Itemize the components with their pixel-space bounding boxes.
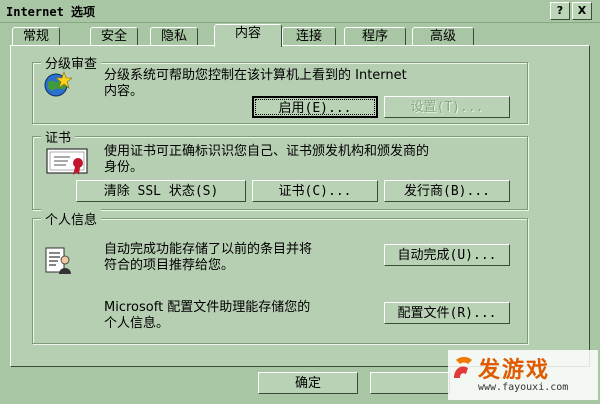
close-button[interactable]: X xyxy=(572,2,592,20)
rating-desc-line1: 分级系统可帮助您控制在该计算机上看到的 Internet xyxy=(104,68,407,83)
autocomplete-button[interactable]: 自动完成(U)... xyxy=(384,244,510,266)
window-title: Internet 选项 xyxy=(6,5,96,19)
certificate-icon xyxy=(46,146,90,176)
enable-rating-button[interactable]: 启用(E)... xyxy=(252,96,378,118)
cancel-button[interactable] xyxy=(370,372,450,394)
watermark-url: www.fayouxi.com xyxy=(478,382,569,393)
watermark-logo-text: 发游戏 xyxy=(478,358,551,383)
tab-programs[interactable]: 程序 xyxy=(344,27,406,46)
cert-desc-line1: 使用证书可正确标识识您自己、证书颁发机构和颁发商的 xyxy=(104,144,430,159)
autocomplete-desc-line2: 符合的项目推荐给您。 xyxy=(104,258,235,273)
tab-privacy[interactable]: 隐私 xyxy=(150,27,198,46)
tab-connections[interactable]: 连接 xyxy=(282,27,336,46)
cert-title: 证书 xyxy=(41,127,76,146)
tab-content[interactable]: 内容 xyxy=(214,24,282,47)
help-button[interactable]: ? xyxy=(550,2,570,20)
cert-desc-line2: 身份。 xyxy=(104,160,144,175)
site-watermark: 发游戏 www.fayouxi.com xyxy=(448,350,598,400)
tab-strip: 常规 安全 隐私 内容 连接 程序 高级 xyxy=(10,24,590,47)
profile-desc-line1: Microsoft 配置文件助理能存储您的 xyxy=(104,300,311,315)
title-bar: Internet 选项 ? X xyxy=(0,0,600,23)
profile-desc-line2: 个人信息。 xyxy=(104,316,170,331)
my-profile-button[interactable]: 配置文件(R)... xyxy=(384,302,510,324)
globe-star-icon xyxy=(44,70,73,98)
personal-profile-icon xyxy=(44,244,72,276)
tab-security[interactable]: 安全 xyxy=(90,27,138,46)
personal-info-title: 个人信息 xyxy=(41,209,102,228)
autocomplete-desc-line1: 自动完成功能存储了以前的条目并将 xyxy=(104,242,313,257)
rating-settings-button[interactable]: 设置(T)... xyxy=(384,96,510,118)
ok-button[interactable]: 确定 xyxy=(258,372,358,394)
clear-ssl-state-button[interactable]: 清除 SSL 状态(S) xyxy=(76,180,246,202)
publishers-button[interactable]: 发行商(B)... xyxy=(384,180,510,202)
tab-general[interactable]: 常规 xyxy=(12,27,60,46)
tab-advanced[interactable]: 高级 xyxy=(412,27,474,46)
certificates-button[interactable]: 证书(C)... xyxy=(252,180,378,202)
rating-desc-line2: 内容。 xyxy=(104,84,144,99)
